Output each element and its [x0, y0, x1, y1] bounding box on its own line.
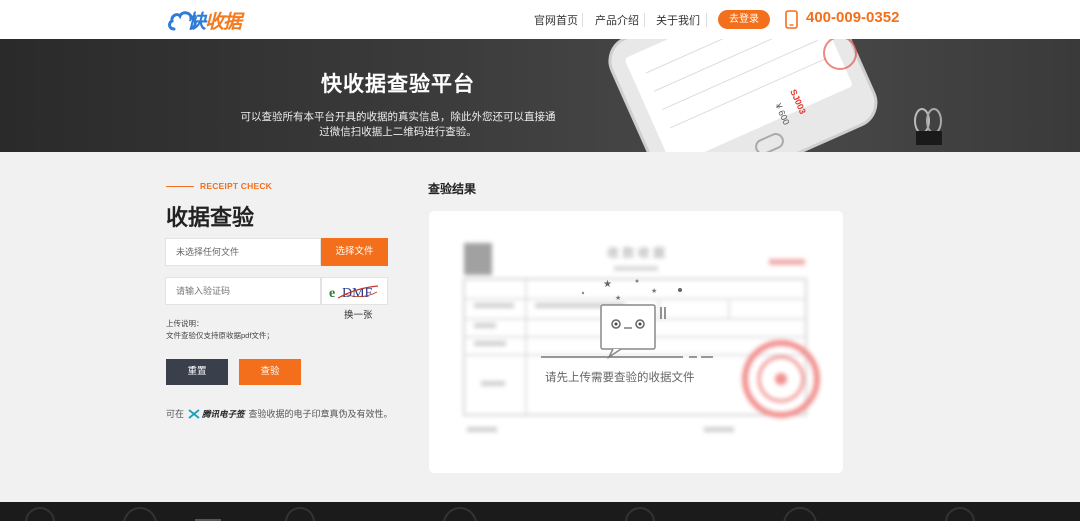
banner-description: 可以查验所有本平台开具的收据的真实信息，除此外您还可以直接通过微信扫收据上二维码…: [240, 111, 556, 138]
nav-divider: [644, 13, 645, 27]
phone-icon: [785, 10, 798, 29]
captcha-graphic: e DMF: [329, 285, 379, 301]
result-title: 查验结果: [428, 182, 477, 196]
empty-state-icon: ★ ★ ★: [541, 279, 713, 360]
nav-home[interactable]: 官网首页: [534, 12, 578, 28]
svg-text:★: ★: [603, 279, 612, 290]
esign-logo-icon: [188, 408, 200, 419]
svg-text:★: ★: [651, 287, 657, 295]
form-title: 收据查验: [166, 205, 255, 230]
captcha-input[interactable]: 请输入验证码: [165, 277, 321, 305]
banner-title: 快收据查验平台: [321, 73, 475, 96]
nav-about[interactable]: 关于我们: [656, 12, 700, 28]
nav-divider: [582, 13, 583, 27]
result-card: 收 款 收 据 ★ ★ ★ 请先上传需要查验的收据文件: [429, 211, 843, 473]
hero-banner: SJ003 ¥ 600 快收据查验平台 可以查验所有本平台开具的收据的真实信息，…: [0, 39, 1080, 152]
tag-line: [166, 185, 194, 187]
svg-text:e: e: [329, 286, 335, 301]
site-logo[interactable]: 快收据: [167, 6, 242, 34]
file-name-field[interactable]: 未选择任何文件: [165, 238, 321, 266]
choose-file-button[interactable]: 选择文件: [321, 238, 388, 266]
top-header: 快收据 官网首页 产品介绍 关于我们 去登录 400-009-0352: [0, 0, 1080, 39]
svg-text:★: ★: [615, 294, 621, 302]
svg-text:收 款 收 据: 收 款 收 据: [607, 246, 665, 260]
nav-divider: [706, 13, 707, 27]
footer-decoration: [0, 502, 1080, 521]
section-tag: RECEIPT CHECK: [166, 181, 272, 191]
empty-state-message: 请先上传需要查验的收据文件: [545, 372, 695, 384]
esign-hint: 可在 腾讯电子签 查验收据的电子印章真伪及有效性。: [166, 408, 393, 420]
refresh-captcha-link[interactable]: 换一张: [344, 307, 373, 321]
nav-product[interactable]: 产品介绍: [595, 12, 639, 28]
captcha-image[interactable]: e DMF: [321, 277, 388, 305]
check-button[interactable]: 查验: [239, 359, 301, 385]
cloud-logo-icon: [168, 11, 197, 31]
hotline-number[interactable]: 400-009-0352: [806, 9, 899, 26]
reset-button[interactable]: 重置: [166, 359, 228, 385]
tencent-esign-link[interactable]: 腾讯电子签: [188, 408, 245, 420]
upload-instructions: 上传说明： 文件查验仅支持原收据pdf文件；: [166, 319, 274, 340]
login-button[interactable]: 去登录: [718, 10, 770, 29]
footer-pattern: [25, 507, 975, 521]
